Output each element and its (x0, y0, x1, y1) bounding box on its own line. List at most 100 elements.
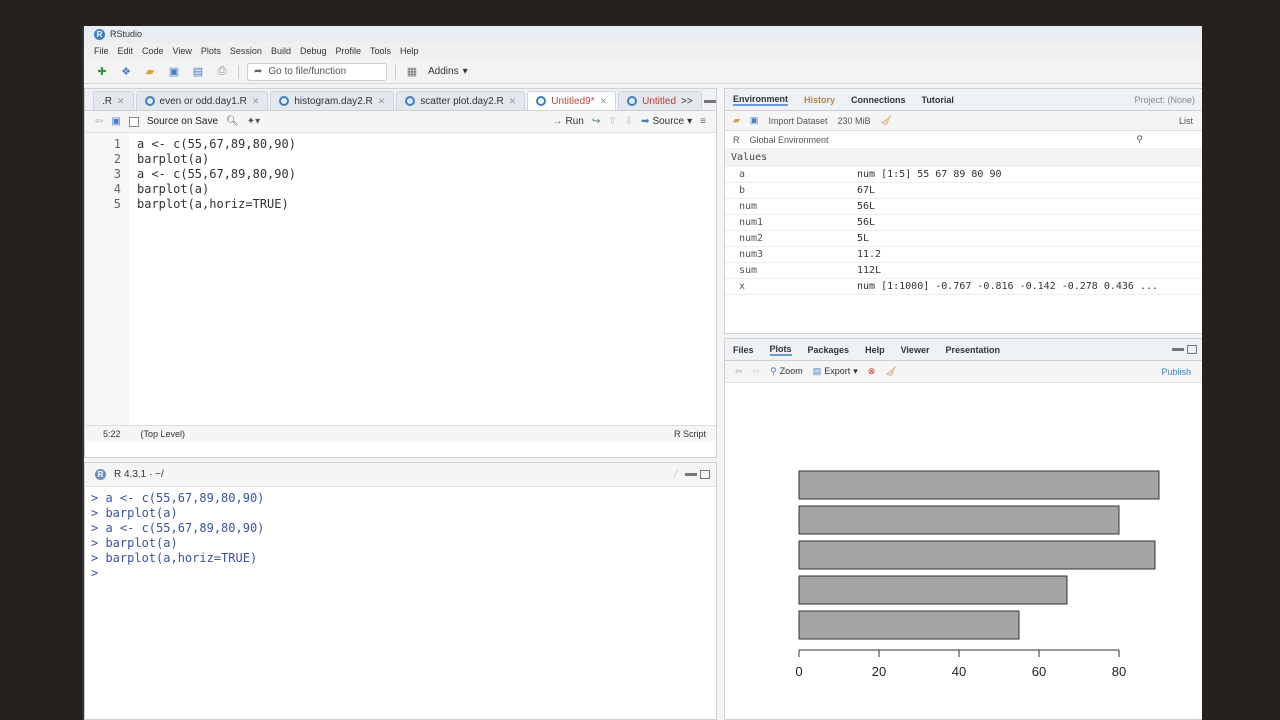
back-arrow-icon[interactable]: ⇦ (95, 116, 103, 127)
menu-debug[interactable]: Debug (300, 46, 327, 56)
chevron-down-icon: ▾ (462, 66, 468, 77)
tab-presentation[interactable]: Presentation (945, 345, 1000, 355)
tab-tutorial[interactable]: Tutorial (922, 95, 954, 105)
tab-viewer[interactable]: Viewer (901, 345, 930, 355)
env-row[interactable]: num2 5L (725, 231, 1202, 247)
save-all-icon[interactable]: ▤ (190, 64, 206, 80)
close-icon[interactable]: ✕ (117, 96, 125, 107)
down-arrow-icon[interactable]: ⇩ (625, 116, 633, 127)
app-title: RStudio (110, 29, 143, 39)
source-on-save-checkbox[interactable] (128, 116, 139, 127)
save-icon[interactable]: ▣ (111, 116, 120, 127)
up-arrow-icon[interactable]: ⇧ (608, 116, 616, 127)
search-icon[interactable]: ⚲ (1136, 134, 1202, 145)
environment-scope-bar: R Global Environment ⚲ (725, 131, 1202, 149)
addins-menu[interactable]: Addins ▾ (428, 66, 468, 77)
publish-button[interactable]: Publish (1161, 367, 1202, 377)
search-icon[interactable]: 🔍︎ (226, 116, 239, 127)
env-row[interactable]: b 67L (725, 183, 1202, 199)
go-to-file-input[interactable]: ➦ Go to file/function (247, 62, 387, 81)
tab-help[interactable]: Help (865, 345, 885, 355)
maximize-icon[interactable] (700, 470, 710, 479)
magic-wand-icon[interactable]: ✦▾ (247, 116, 260, 127)
run-button[interactable]: → Run (553, 116, 584, 127)
menu-plots[interactable]: Plots (201, 46, 221, 56)
list-view-selector[interactable]: List (1179, 116, 1202, 126)
back-arrow-icon[interactable]: ⇦ (735, 366, 743, 377)
menu-build[interactable]: Build (271, 46, 291, 56)
close-icon[interactable]: ✕ (252, 96, 260, 107)
code-editor[interactable]: 1 2 3 4 5 a <- c(55,67,89,80,90) barplot… (85, 133, 716, 425)
menu-code[interactable]: Code (142, 46, 164, 56)
export-button[interactable]: ▤ Export ▾ (813, 366, 858, 377)
save-workspace-icon[interactable]: ▣ (750, 115, 759, 126)
close-icon[interactable]: ✕ (600, 96, 608, 107)
import-dataset-button[interactable]: Import Dataset (768, 116, 827, 126)
environment-table: a num [1:5] 55 67 89 80 90 b 67L num 56L nu… (725, 167, 1202, 295)
menu-edit[interactable]: Edit (118, 46, 134, 56)
menu-help[interactable]: Help (400, 46, 419, 56)
maximize-icon[interactable] (1187, 345, 1197, 354)
save-icon[interactable]: ▣ (166, 64, 182, 80)
tabs-overflow-button[interactable]: >> (681, 96, 693, 107)
console-line: > a <- c(55,67,89,80,90) (91, 521, 265, 535)
x-tick-label: 80 (1112, 664, 1126, 679)
scope-selector[interactable]: (Top Level) (141, 429, 186, 439)
language-selector[interactable]: R (733, 135, 740, 145)
minimize-icon[interactable] (685, 473, 697, 476)
console-prompt[interactable]: > (91, 566, 710, 581)
print-icon[interactable]: ⎙ (214, 64, 230, 80)
zoom-button[interactable]: ⚲ Zoom (770, 366, 803, 377)
clear-console-icon[interactable]: ⁄ (675, 469, 677, 480)
menu-file[interactable]: File (94, 46, 109, 56)
scope-selector[interactable]: Global Environment (750, 135, 829, 145)
tab-histogram[interactable]: histogram.day2.R ✕ (270, 91, 395, 110)
close-icon[interactable]: ✕ (509, 96, 517, 107)
broom-icon[interactable]: 🧹︎ (885, 366, 896, 377)
rerun-icon[interactable]: ↪ (592, 116, 600, 127)
new-project-icon[interactable]: ❖ (118, 64, 134, 80)
tab-r-file[interactable]: .R ✕ (93, 91, 134, 110)
tab-packages[interactable]: Packages (808, 345, 850, 355)
console-output[interactable]: > a <- c(55,67,89,80,90) > barplot(a) > … (85, 487, 716, 585)
env-row[interactable]: num3 11.2 (725, 247, 1202, 263)
env-row[interactable]: a num [1:5] 55 67 89 80 90 (725, 167, 1202, 183)
load-workspace-icon[interactable]: ▰ (733, 115, 740, 126)
file-type-selector[interactable]: R Script (674, 429, 716, 439)
open-file-icon[interactable]: ▰ (142, 64, 158, 80)
minimize-icon[interactable] (1172, 348, 1184, 351)
remove-plot-icon[interactable]: ⊗ (868, 366, 876, 377)
outline-icon[interactable]: ≡ (700, 116, 716, 127)
source-label: Source (652, 116, 685, 127)
new-file-icon[interactable]: ✚ (94, 64, 110, 80)
tab-scatter-plot[interactable]: scatter plot.day2.R ✕ (396, 91, 526, 110)
tab-environment[interactable]: Environment (733, 94, 789, 106)
source-button[interactable]: ➡ Source ▾ (641, 116, 692, 127)
env-row[interactable]: num 56L (725, 199, 1202, 215)
tab-connections[interactable]: Connections (851, 95, 906, 105)
var-value: 56L (857, 201, 876, 212)
minimize-icon[interactable] (703, 100, 716, 103)
menu-profile[interactable]: Profile (336, 46, 362, 56)
menu-view[interactable]: View (173, 46, 192, 56)
tab-history[interactable]: History (804, 95, 835, 105)
grid-layout-icon[interactable]: ▦ (404, 64, 420, 80)
memory-usage[interactable]: 230 MiB (837, 116, 870, 126)
tab-untitled9[interactable]: Untitled9* ✕ (527, 91, 617, 110)
tab-even-or-odd[interactable]: even or odd.day1.R ✕ (135, 91, 269, 110)
tab-plots[interactable]: Plots (769, 344, 792, 356)
menu-session[interactable]: Session (230, 46, 262, 56)
project-menu[interactable]: Project: (None) (1134, 95, 1202, 105)
env-row[interactable]: num1 56L (725, 215, 1202, 231)
broom-icon[interactable]: 🧹︎ (881, 115, 892, 126)
var-name: x (739, 281, 746, 292)
close-icon[interactable]: ✕ (378, 96, 386, 107)
forward-arrow-icon[interactable]: ⇨ (753, 366, 761, 377)
menu-tools[interactable]: Tools (370, 46, 391, 56)
code-line: barplot(a,horiz=TRUE) (137, 197, 289, 211)
env-row[interactable]: x num [1:1000] -0.767 -0.816 -0.142 -0.27… (725, 279, 1202, 295)
line-number: 5 (113, 197, 121, 211)
tab-files[interactable]: Files (733, 345, 754, 355)
tab-untitled[interactable]: Untitled >> (618, 91, 702, 110)
env-row[interactable]: sum 112L (725, 263, 1202, 279)
